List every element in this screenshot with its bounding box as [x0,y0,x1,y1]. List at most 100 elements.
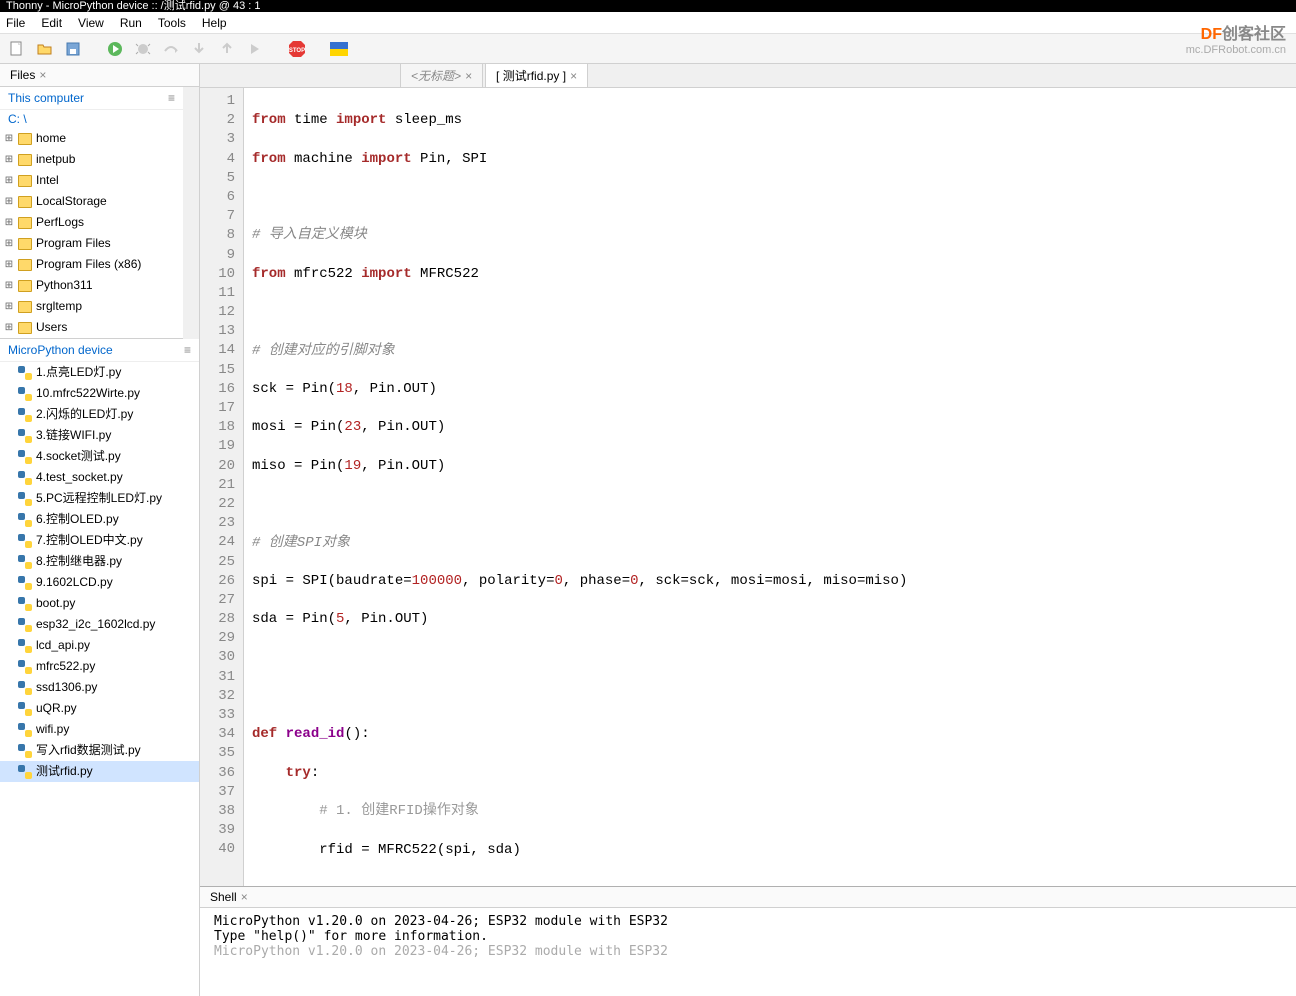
tree-label: 写入rfid数据测试.py [36,742,141,759]
close-icon[interactable]: × [39,68,46,82]
tree-item[interactable]: 10.mfrc522Wirte.py [0,383,199,404]
expand-icon[interactable]: ⊞ [4,130,14,147]
tree-item[interactable]: ⊞PerfLogs [0,212,183,233]
tree-label: 6.控制OLED.py [36,511,119,528]
tab-rfid[interactable]: [ 测试rfid.py ]× [485,63,588,87]
python-file-icon [18,618,32,632]
expand-icon[interactable]: ⊞ [4,235,14,252]
menu-edit[interactable]: Edit [41,16,62,30]
files-panel: Files× This computer≡ C: \ ⊞ home ⊞inetpub… [0,64,200,996]
tree-label: esp32_i2c_1602lcd.py [36,616,155,633]
tree-item[interactable]: 4.socket测试.py [0,446,199,467]
tree-item[interactable]: ⊞Users [0,317,183,338]
expand-icon[interactable]: ⊞ [4,193,14,210]
code-area[interactable]: from time import sleep_ms from machine i… [244,88,1296,886]
stop-icon[interactable]: STOP [286,38,308,60]
expand-icon[interactable]: ⊞ [4,172,14,189]
menu-help[interactable]: Help [202,16,227,30]
flag-icon[interactable] [328,38,350,60]
close-icon[interactable]: × [241,890,248,904]
files-tab[interactable]: Files× [0,64,199,87]
tree-item[interactable]: ⊞ Program Files [0,233,183,254]
close-icon[interactable]: × [465,69,472,83]
tree-item[interactable]: 4.test_socket.py [0,467,199,488]
save-file-icon[interactable] [62,38,84,60]
tree-label: 3.链接WIFI.py [36,427,111,444]
open-file-icon[interactable] [34,38,56,60]
python-file-icon [18,555,32,569]
tree-item[interactable]: 3.链接WIFI.py [0,425,199,446]
folder-icon [18,133,32,145]
new-file-icon[interactable] [6,38,28,60]
tree-item[interactable]: 测试rfid.py [0,761,199,782]
path-label[interactable]: C: \ [0,110,183,128]
shell-tab[interactable]: Shell× [200,887,1296,908]
menu-icon[interactable]: ≡ [184,343,191,357]
menu-view[interactable]: View [78,16,104,30]
expand-icon[interactable]: ⊞ [4,151,14,168]
tree-item[interactable]: ⊞ srgltemp [0,296,183,317]
toolbar: STOP [0,34,1296,64]
tree-item[interactable]: mfrc522.py [0,656,199,677]
expand-icon[interactable]: ⊞ [4,256,14,273]
tree-item[interactable]: 写入rfid数据测试.py [0,740,199,761]
menu-tools[interactable]: Tools [158,16,186,30]
tree-item[interactable]: 2.闪烁的LED灯.py [0,404,199,425]
tree-label: Python311 [36,277,93,294]
scrollbar[interactable] [183,87,199,339]
tree-item[interactable]: lcd_api.py [0,635,199,656]
menu-icon[interactable]: ≡ [168,91,175,105]
tab-untitled[interactable]: <无标题>× [400,63,483,87]
tree-label: boot.py [36,595,75,612]
tree-label: ssd1306.py [36,679,97,696]
expand-icon[interactable]: ⊞ [4,298,14,315]
tree-item[interactable]: 9.1602LCD.py [0,572,199,593]
tree-label: home [36,130,66,147]
tree-item[interactable]: esp32_i2c_1602lcd.py [0,614,199,635]
tree-item[interactable]: ⊞LocalStorage [0,191,183,212]
tree-item[interactable]: ⊞ Python311 [0,275,183,296]
menu-file[interactable]: File [6,16,25,30]
tree-item[interactable]: ⊞ home [0,128,183,149]
tree-item[interactable]: ⊞Intel [0,170,183,191]
expand-icon[interactable]: ⊞ [4,277,14,294]
tree-item[interactable]: 6.控制OLED.py [0,509,199,530]
tree-label: 9.1602LCD.py [36,574,113,591]
tree-item[interactable]: 1.点亮LED灯.py [0,362,199,383]
tree-label: 1.点亮LED灯.py [36,364,121,381]
tree-item[interactable]: ssd1306.py [0,677,199,698]
close-icon[interactable]: × [570,69,577,83]
code-editor[interactable]: 1234567891011121314151617181920212223242… [200,88,1296,886]
tree-item[interactable]: uQR.py [0,698,199,719]
tree-item[interactable]: wifi.py [0,719,199,740]
python-file-icon [18,723,32,737]
tree-item[interactable]: ⊞Program Files (x86) [0,254,183,275]
resume-icon[interactable] [244,38,266,60]
expand-icon[interactable]: ⊞ [4,214,14,231]
tree-label: 4.socket测试.py [36,448,121,465]
tree-label: mfrc522.py [36,658,95,675]
folder-icon [18,259,32,271]
step-over-icon[interactable] [160,38,182,60]
tree-item[interactable]: 8.控制继电器.py [0,551,199,572]
python-file-icon [18,597,32,611]
tree-label: lcd_api.py [36,637,90,654]
tree-label: wifi.py [36,721,69,738]
tree-item[interactable]: 5.PC远程控制LED灯.py [0,488,199,509]
step-into-icon[interactable] [188,38,210,60]
tree-item[interactable]: ⊞inetpub [0,149,183,170]
step-out-icon[interactable] [216,38,238,60]
tree-label: Program Files [36,235,111,252]
run-icon[interactable] [104,38,126,60]
device-header[interactable]: MicroPython device≡ [0,339,199,362]
expand-icon[interactable]: ⊞ [4,319,14,336]
python-file-icon [18,576,32,590]
this-computer-header[interactable]: This computer≡ [0,87,183,110]
tree-item[interactable]: boot.py [0,593,199,614]
tree-item[interactable]: 7.控制OLED中文.py [0,530,199,551]
debug-icon[interactable] [132,38,154,60]
shell-output[interactable]: MicroPython v1.20.0 on 2023-04-26; ESP32… [200,908,1296,996]
menu-run[interactable]: Run [120,16,142,30]
tree-label: srgltemp [36,298,82,315]
folder-icon [18,238,32,250]
